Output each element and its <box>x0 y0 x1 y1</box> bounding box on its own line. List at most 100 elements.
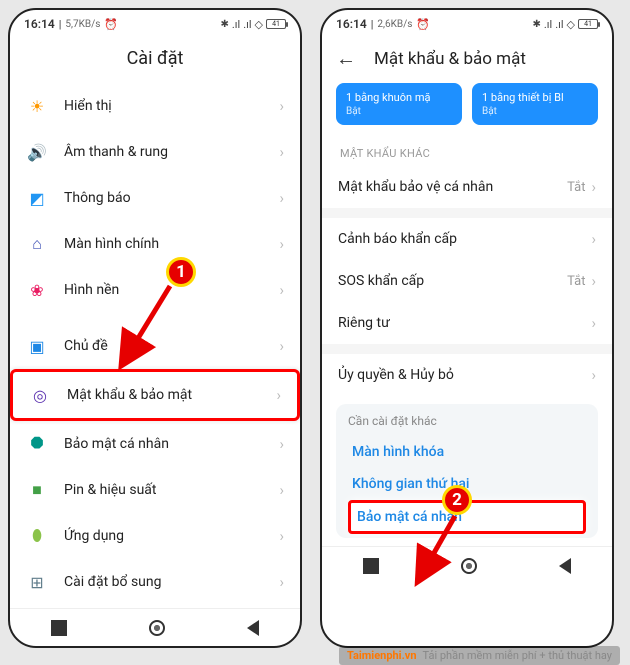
row-label: Âm thanh & rung <box>64 144 279 160</box>
watermark: Taimienphi.vn Tải phần mềm miễn phí + th… <box>339 646 620 665</box>
bluetooth-icon: ✱ <box>533 19 541 30</box>
settings-row[interactable]: Cảnh báo khẩn cấp › <box>322 218 612 260</box>
net-speed: 5,7KB/s <box>65 19 100 30</box>
settings-row[interactable]: ❀ Hình nền › <box>10 267 300 313</box>
settings-row[interactable]: ⌂ Màn hình chính › <box>10 221 300 267</box>
page-title: Mật khẩu & bảo mật <box>374 49 526 69</box>
battery-icon: 41 <box>266 19 286 29</box>
alarm-icon: ⏰ <box>104 18 118 31</box>
chevron-right-icon: › <box>279 527 284 545</box>
settings-row[interactable]: ◩ Thông báo › <box>10 175 300 221</box>
recents-button[interactable] <box>51 620 67 636</box>
net-speed: 2,6KB/s <box>377 19 412 30</box>
settings-row[interactable]: Ủy quyền & Hủy bỏ › <box>322 354 612 396</box>
android-navbar <box>322 546 612 584</box>
header: ← Mật khẩu & bảo mật <box>322 38 612 83</box>
more-link[interactable]: Màn hình khóa <box>348 436 586 468</box>
row-icon: ☀ <box>26 95 48 117</box>
settings-row[interactable]: Riêng tư › <box>322 302 612 344</box>
watermark-text: Tải phần mềm miễn phí + thủ thuật hay <box>423 649 612 662</box>
settings-list: ☀ Hiển thị ›🔊 Âm thanh & rung ›◩ Thông b… <box>10 83 300 608</box>
status-bar: 16:14 | 2,6KB/s ⏰ ✱ .ıl .ıl ◇ 41 <box>322 10 612 38</box>
divider: | <box>59 18 62 31</box>
chevron-right-icon: › <box>279 337 284 355</box>
row-label: Thông báo <box>64 190 279 206</box>
row-label: Hiển thị <box>64 98 279 114</box>
more-settings-box: Cần cài đặt khác Màn hình khóaKhông gian… <box>336 404 598 538</box>
row-icon: ▣ <box>26 335 48 357</box>
settings-row[interactable]: ■ Pin & hiệu suất › <box>10 467 300 513</box>
wifi-icon: ◇ <box>255 18 263 31</box>
divider <box>322 344 612 354</box>
android-navbar <box>10 608 300 646</box>
settings-row[interactable]: ⬮ Ứng dụng › <box>10 513 300 559</box>
row-label: Riêng tư <box>338 315 591 331</box>
chevron-right-icon: › <box>591 366 596 384</box>
time: 16:14 <box>336 17 367 31</box>
unlock-card[interactable]: 1 bằng thiết bị Bl Bật <box>472 83 598 125</box>
home-button[interactable] <box>461 558 477 574</box>
settings-row[interactable]: ☀ Hiển thị › <box>10 83 300 129</box>
card-status: Bật <box>482 106 588 117</box>
row-label: Ứng dụng <box>64 528 279 544</box>
settings-row[interactable]: SOS khẩn cấp Tắt › <box>322 260 612 302</box>
more-header: Cần cài đặt khác <box>348 414 586 428</box>
alarm-icon: ⏰ <box>416 18 430 31</box>
unlock-cards: 1 bằng khuôn mặ Bật 1 bằng thiết bị Bl Bật <box>322 83 612 135</box>
chevron-right-icon: › <box>279 189 284 207</box>
chevron-right-icon: › <box>279 281 284 299</box>
status-bar: 16:14 | 5,7KB/s ⏰ ✱ .ıl .ıl ◇ 41 <box>10 10 300 38</box>
settings-row[interactable]: 🔊 Âm thanh & rung › <box>10 129 300 175</box>
chevron-right-icon: › <box>279 573 284 591</box>
bluetooth-icon: ✱ <box>221 19 229 30</box>
row-label: Pin & hiệu suất <box>64 482 279 498</box>
chevron-right-icon: › <box>279 235 284 253</box>
row-label: Cài đặt bổ sung <box>64 574 279 590</box>
card-status: Bật <box>346 106 452 117</box>
chevron-right-icon: › <box>591 272 596 290</box>
row-label: Mật khẩu & bảo mật <box>67 387 276 403</box>
divider <box>322 208 612 218</box>
time: 16:14 <box>24 17 55 31</box>
unlock-card[interactable]: 1 bằng khuôn mặ Bật <box>336 83 462 125</box>
chevron-right-icon: › <box>279 481 284 499</box>
recents-button[interactable] <box>363 558 379 574</box>
phone-left: 16:14 | 5,7KB/s ⏰ ✱ .ıl .ıl ◇ 41 Cài đặt… <box>8 8 302 648</box>
card-title: 1 bằng thiết bị Bl <box>482 91 588 104</box>
card-title: 1 bằng khuôn mặ <box>346 91 452 104</box>
settings-row[interactable]: ▣ Chủ đề › <box>10 323 300 369</box>
home-button[interactable] <box>149 620 165 636</box>
row-icon: ⯃ <box>26 433 48 455</box>
settings-row[interactable]: ◎ Mật khẩu & bảo mật › <box>10 369 300 421</box>
back-button[interactable] <box>247 620 259 636</box>
back-button[interactable] <box>559 558 571 574</box>
row-icon: ◩ <box>26 187 48 209</box>
settings-row[interactable]: Mật khẩu bảo vệ cá nhân Tắt › <box>322 166 612 208</box>
callout-badge-1: 1 <box>166 257 196 287</box>
divider: | <box>371 18 374 31</box>
chevron-right-icon: › <box>591 230 596 248</box>
page-title: Cài đặt <box>10 38 300 83</box>
signal-icon-2: .ıl <box>555 18 563 31</box>
signal-icon: .ıl <box>232 18 240 31</box>
settings-row[interactable]: ⊞ Cài đặt bổ sung › <box>10 559 300 605</box>
signal-icon: .ıl <box>544 18 552 31</box>
chevron-right-icon: › <box>279 97 284 115</box>
signal-icon-2: .ıl <box>243 18 251 31</box>
chevron-right-icon: › <box>279 435 284 453</box>
row-icon: ⌂ <box>26 233 48 255</box>
row-icon: ⬮ <box>26 525 48 547</box>
back-icon[interactable]: ← <box>336 46 356 71</box>
callout-badge-2: 2 <box>442 485 472 515</box>
section-header: MẬT KHẨU KHÁC <box>322 135 612 166</box>
row-label: Màn hình chính <box>64 236 279 252</box>
row-icon: ⊞ <box>26 571 48 593</box>
row-label: Chủ đề <box>64 338 279 354</box>
settings-row[interactable]: ⯃ Bảo mật cá nhân › <box>10 421 300 467</box>
row-icon: 🔊 <box>26 141 48 163</box>
row-label: Mật khẩu bảo vệ cá nhân <box>338 179 567 195</box>
row-label: Ủy quyền & Hủy bỏ <box>338 367 591 383</box>
row-value: Tắt <box>567 274 585 289</box>
watermark-logo: Taimienphi.vn <box>347 649 417 662</box>
chevron-right-icon: › <box>279 143 284 161</box>
